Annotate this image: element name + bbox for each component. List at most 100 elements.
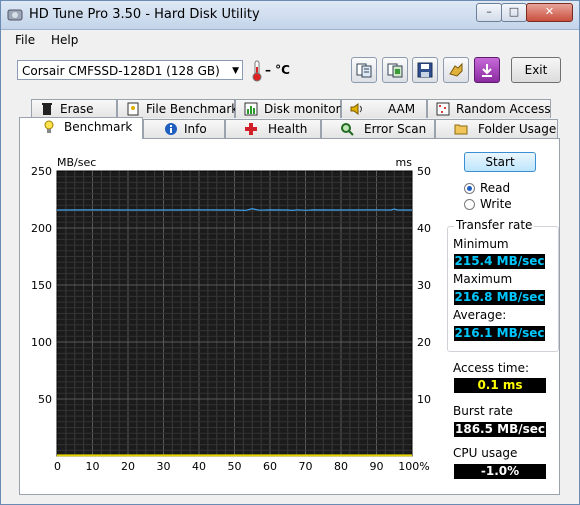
y-right-tick-label: 20 — [417, 336, 431, 349]
random-access-icon — [436, 102, 450, 116]
benchmark-panel: MB/sec ms 250 200 150 100 50 50 40 30 20 10 0 10 20 30 4… — [19, 138, 560, 495]
tab-error-scan[interactable]: Error Scan — [321, 119, 435, 138]
tab-label: Folder Usage — [478, 122, 557, 136]
app-logo-icon — [7, 9, 23, 21]
copy-screenshot-icon — [387, 63, 403, 78]
tab-aam[interactable]: AAM — [341, 99, 427, 118]
average-value: 216.1 MB/sec — [454, 326, 545, 341]
y-right-tick-label: 40 — [417, 222, 431, 235]
exit-button[interactable]: Exit — [511, 57, 561, 83]
save-button[interactable] — [412, 57, 438, 83]
average-label: Average: — [453, 308, 507, 322]
tab-label: Erase — [60, 102, 94, 116]
y-left-tick-label: 200 — [31, 222, 52, 235]
thermometer-icon — [252, 60, 262, 82]
tab-label: AAM — [388, 102, 416, 116]
x-tick-label: 80 — [334, 460, 348, 473]
tab-health[interactable]: Health — [225, 119, 321, 138]
cpu-usage-value: -1.0% — [454, 464, 546, 479]
write-label[interactable]: Write — [480, 197, 512, 211]
tab-label: Info — [184, 122, 207, 136]
tab-benchmark[interactable]: Benchmark — [19, 117, 143, 139]
x-tick-label: 0 — [54, 460, 61, 473]
tab-file-benchmark[interactable]: File Benchmark — [117, 99, 239, 118]
menu-help[interactable]: Help — [51, 33, 78, 47]
tab-label: Benchmark — [64, 120, 133, 134]
radio-selected-dot — [467, 186, 472, 191]
y-right-tick-label: 10 — [417, 393, 431, 406]
right-axis-unit: ms — [396, 156, 413, 169]
window-title: HD Tune Pro 3.50 - Hard Disk Utility — [29, 7, 260, 22]
save-icon — [417, 62, 433, 78]
tab-label: Random Access — [456, 102, 551, 116]
start-button[interactable]: Start — [464, 152, 536, 172]
file-benchmark-icon — [127, 102, 139, 116]
tab-label: Error Scan — [364, 122, 427, 136]
maximum-value: 216.8 MB/sec — [454, 290, 545, 305]
minimum-value: 215.4 MB/sec — [454, 254, 545, 269]
temperature-readout: – °C — [265, 63, 290, 77]
drive-select[interactable]: Corsair CMFSSD-128D1 (128 GB) ▼ — [17, 60, 243, 80]
burst-rate-value: 186.5 MB/sec — [454, 422, 546, 437]
tab-label: Disk monitor — [264, 102, 341, 116]
chevron-down-icon: ▼ — [232, 66, 239, 76]
disk-monitor-icon — [244, 102, 258, 116]
tab-random-access[interactable]: Random Access — [427, 99, 551, 118]
y-left-tick-label: 50 — [38, 393, 52, 406]
download-icon — [482, 64, 492, 77]
health-cross-icon — [245, 123, 257, 135]
access-time-label: Access time: — [453, 361, 530, 375]
cpu-usage-label: CPU usage — [453, 446, 518, 460]
trash-icon — [42, 103, 52, 115]
copy-info-icon — [356, 63, 372, 78]
y-left-tick-label: 100 — [31, 336, 52, 349]
y-right-tick-label: 50 — [417, 165, 431, 178]
x-tick-label: 40 — [192, 460, 206, 473]
read-label[interactable]: Read — [480, 181, 510, 195]
y-left-tick-label: 250 — [31, 165, 52, 178]
options-icon — [449, 62, 463, 77]
x-tick-label: 100% — [398, 460, 429, 473]
x-tick-label: 70 — [299, 460, 313, 473]
write-radio[interactable] — [464, 199, 475, 210]
title-bar[interactable]: HD Tune Pro 3.50 - Hard Disk Utility – □… — [1, 1, 579, 30]
tab-folder-usage[interactable]: Folder Usage — [435, 119, 558, 138]
x-tick-label: 60 — [263, 460, 277, 473]
tab-disk-monitor[interactable]: Disk monitor — [235, 99, 341, 118]
tab-label: Health — [268, 122, 308, 136]
maximum-label: Maximum — [453, 272, 513, 286]
access-time-value: 0.1 ms — [454, 378, 546, 393]
toolbar: Corsair CMFSSD-128D1 (128 GB) ▼ – °C Exi… — [1, 51, 579, 91]
copy-info-button[interactable] — [351, 57, 377, 83]
options-button[interactable] — [443, 57, 469, 83]
info-icon — [165, 123, 177, 135]
bulb-icon — [44, 120, 54, 133]
tab-erase[interactable]: Erase — [31, 99, 117, 118]
copy-screenshot-button[interactable] — [382, 57, 408, 83]
tab-label: File Benchmark — [146, 102, 239, 116]
download-button[interactable] — [474, 57, 500, 83]
menu-file[interactable]: File — [15, 33, 35, 47]
speaker-icon — [350, 103, 362, 115]
left-axis-unit: MB/sec — [57, 156, 96, 169]
menu-bar: File Help — [1, 30, 579, 50]
minimize-button[interactable]: – — [476, 3, 502, 22]
y-right-tick-label: 30 — [417, 279, 431, 292]
magnifier-icon — [341, 123, 354, 136]
x-tick-label: 30 — [157, 460, 171, 473]
close-button[interactable]: ✕ — [526, 3, 573, 22]
minimum-label: Minimum — [453, 237, 509, 251]
folder-icon — [454, 124, 468, 135]
transfer-rate-title: Transfer rate — [454, 218, 535, 232]
y-left-tick-label: 150 — [31, 279, 52, 292]
read-radio[interactable] — [464, 183, 475, 194]
app-window: HD Tune Pro 3.50 - Hard Disk Utility – □… — [0, 0, 580, 505]
burst-rate-label: Burst rate — [453, 404, 513, 418]
x-tick-label: 10 — [86, 460, 100, 473]
x-tick-label: 50 — [228, 460, 242, 473]
x-tick-label: 20 — [121, 460, 135, 473]
tab-info[interactable]: Info — [143, 119, 225, 138]
benchmark-chart: MB/sec ms2502001501005050403020100 10 20 30 4… — [31, 156, 431, 473]
maximize-button[interactable]: □ — [501, 3, 527, 22]
x-tick-label: 90 — [370, 460, 384, 473]
